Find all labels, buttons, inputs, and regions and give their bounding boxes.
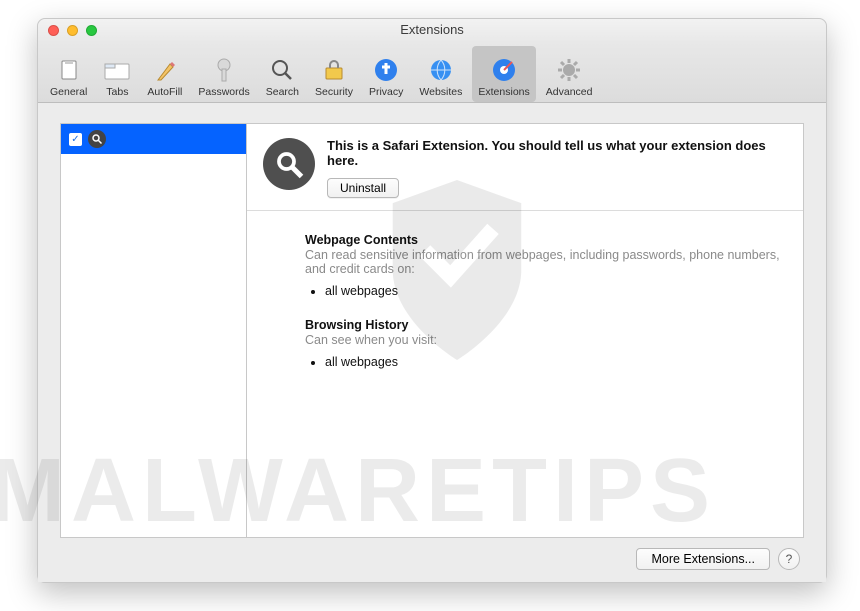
help-button[interactable]: ? <box>778 548 800 570</box>
extensions-sidebar: ✓ <box>61 124 247 537</box>
advanced-icon <box>555 56 583 84</box>
privacy-icon <box>372 56 400 84</box>
extension-icon <box>88 130 106 148</box>
perm-sub-webpage: Can read sensitive information from webp… <box>305 248 783 276</box>
extension-detail: This is a Safari Extension. You should t… <box>247 124 803 537</box>
tab-general[interactable]: General <box>44 46 93 102</box>
traffic-lights <box>48 25 97 36</box>
extension-row[interactable]: ✓ <box>61 124 246 154</box>
perm-list-webpage: all webpages <box>325 282 783 300</box>
general-icon <box>55 56 83 84</box>
passwords-icon <box>210 56 238 84</box>
tab-label: Passwords <box>198 86 249 98</box>
tab-advanced[interactable]: Advanced <box>540 46 599 102</box>
tab-tabs[interactable]: Tabs <box>97 46 137 102</box>
autofill-icon <box>151 56 179 84</box>
tab-autofill[interactable]: AutoFill <box>141 46 188 102</box>
tab-label: Extensions <box>478 86 529 98</box>
detail-header-text: This is a Safari Extension. You should t… <box>327 138 787 198</box>
tab-security[interactable]: Security <box>309 46 359 102</box>
tab-extensions[interactable]: Extensions <box>472 46 535 102</box>
websites-icon <box>427 56 455 84</box>
perm-title-history: Browsing History <box>305 318 783 332</box>
detail-header: This is a Safari Extension. You should t… <box>247 124 803 211</box>
tab-label: Tabs <box>106 86 128 98</box>
perm-item: all webpages <box>325 353 783 371</box>
perm-title-webpage: Webpage Contents <box>305 233 783 247</box>
zoom-button[interactable] <box>86 25 97 36</box>
extension-enable-checkbox[interactable]: ✓ <box>69 133 82 146</box>
tab-passwords[interactable]: Passwords <box>192 46 255 102</box>
tab-label: Search <box>266 86 299 98</box>
tab-search[interactable]: Search <box>260 46 305 102</box>
perm-sub-history: Can see when you visit: <box>305 333 783 347</box>
tab-label: Advanced <box>546 86 593 98</box>
search-icon <box>268 56 296 84</box>
tab-websites[interactable]: Websites <box>413 46 468 102</box>
tab-label: Security <box>315 86 353 98</box>
content-area: ✓ This is a Safari Extension. You should… <box>38 103 826 582</box>
preferences-toolbar: General Tabs AutoFill Passwords Search <box>38 41 826 103</box>
close-button[interactable] <box>48 25 59 36</box>
tab-label: AutoFill <box>147 86 182 98</box>
extensions-icon <box>490 56 518 84</box>
titlebar: Extensions <box>38 19 826 41</box>
perm-item: all webpages <box>325 282 783 300</box>
more-extensions-button[interactable]: More Extensions... <box>636 548 770 570</box>
minimize-button[interactable] <box>67 25 78 36</box>
tab-label: Privacy <box>369 86 403 98</box>
footer: More Extensions... ? <box>60 538 804 570</box>
security-icon <box>320 56 348 84</box>
permissions-section: Webpage Contents Can read sensitive info… <box>247 211 803 399</box>
extension-description: This is a Safari Extension. You should t… <box>327 138 787 168</box>
extensions-panel: ✓ This is a Safari Extension. You should… <box>60 123 804 538</box>
tab-label: General <box>50 86 87 98</box>
preferences-window: Extensions General Tabs AutoFill Passwor… <box>37 18 827 583</box>
tab-label: Websites <box>419 86 462 98</box>
tab-privacy[interactable]: Privacy <box>363 46 409 102</box>
extension-large-icon <box>263 138 315 190</box>
window-title: Extensions <box>400 19 464 41</box>
perm-list-history: all webpages <box>325 353 783 371</box>
uninstall-button[interactable]: Uninstall <box>327 178 399 198</box>
tabs-icon <box>103 56 131 84</box>
